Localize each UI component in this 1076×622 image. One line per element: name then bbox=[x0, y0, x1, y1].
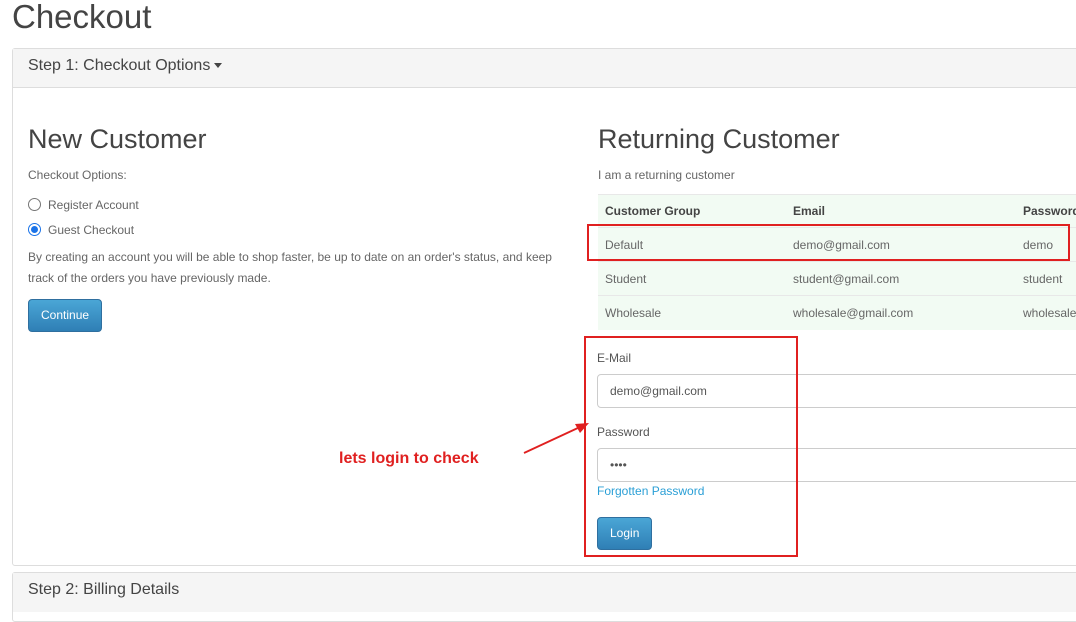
annotation-arrow-icon bbox=[523, 423, 589, 454]
option-guest-checkout[interactable]: Guest Checkout bbox=[28, 217, 568, 242]
step2-toggle[interactable]: Step 2: Billing Details bbox=[28, 581, 179, 598]
cell-group: Wholesale bbox=[598, 295, 786, 330]
cell-password: student bbox=[1016, 261, 1076, 296]
step1-panel: Step 1: Checkout Options New Customer Ch… bbox=[12, 48, 1076, 566]
login-button[interactable]: Login bbox=[597, 517, 653, 550]
table-row: Wholesale wholesale@gmail.com wholesale bbox=[598, 295, 1076, 330]
cell-group: Student bbox=[598, 261, 786, 296]
header-password: Password bbox=[1016, 194, 1076, 228]
password-field[interactable] bbox=[597, 448, 1076, 482]
option-register-label: Register Account bbox=[48, 197, 139, 212]
step1-toggle[interactable]: Step 1: Checkout Options bbox=[28, 57, 223, 74]
header-email: Email bbox=[786, 194, 1016, 228]
step2-heading: Step 2: Billing Details bbox=[13, 573, 1076, 612]
step1-title: Step 1: Checkout Options bbox=[28, 57, 211, 74]
option-register-account[interactable]: Register Account bbox=[28, 192, 568, 217]
cell-email: demo@gmail.com bbox=[786, 227, 1016, 262]
step1-heading: Step 1: Checkout Options bbox=[13, 49, 1076, 88]
step2-panel: Step 2: Billing Details bbox=[12, 572, 1076, 622]
returning-customer-title: Returning Customer bbox=[598, 124, 840, 154]
cell-password: demo bbox=[1016, 227, 1076, 262]
page-title: Checkout bbox=[12, 0, 152, 35]
email-label: E-Mail bbox=[597, 351, 632, 365]
new-customer-section: New Customer Checkout Options: Register … bbox=[28, 119, 568, 332]
cell-group: Default bbox=[598, 227, 786, 262]
customer-groups-table: Customer Group Email Password Default de… bbox=[598, 194, 1076, 330]
account-benefits-text: By creating an account you will be able … bbox=[28, 250, 552, 285]
email-field[interactable] bbox=[597, 374, 1076, 408]
cell-email: student@gmail.com bbox=[786, 261, 1016, 296]
returning-customer-subtitle: I am a returning customer bbox=[598, 168, 735, 182]
continue-button[interactable]: Continue bbox=[28, 299, 103, 332]
checkout-options-group: Register Account Guest Checkout bbox=[28, 192, 568, 242]
checkout-options-label: Checkout Options: bbox=[28, 168, 127, 182]
radio-register-account[interactable] bbox=[28, 198, 41, 211]
new-customer-title: New Customer bbox=[28, 124, 207, 154]
forgotten-password-link[interactable]: Forgotten Password bbox=[597, 484, 704, 498]
option-guest-label: Guest Checkout bbox=[48, 222, 135, 237]
annotation-text: lets login to check bbox=[339, 450, 479, 467]
cell-password: wholesale bbox=[1016, 295, 1076, 330]
table-row: Student student@gmail.com student bbox=[598, 261, 1076, 296]
password-label: Password bbox=[597, 425, 650, 439]
cell-email: wholesale@gmail.com bbox=[786, 295, 1016, 330]
table-row: Default demo@gmail.com demo bbox=[598, 227, 1076, 262]
table-header-row: Customer Group Email Password bbox=[598, 194, 1076, 228]
caret-down-icon bbox=[214, 63, 223, 69]
radio-guest-checkout[interactable] bbox=[28, 223, 41, 236]
returning-customer-section: Returning Customer I am a returning cust… bbox=[598, 119, 1076, 330]
header-customer-group: Customer Group bbox=[598, 194, 786, 228]
